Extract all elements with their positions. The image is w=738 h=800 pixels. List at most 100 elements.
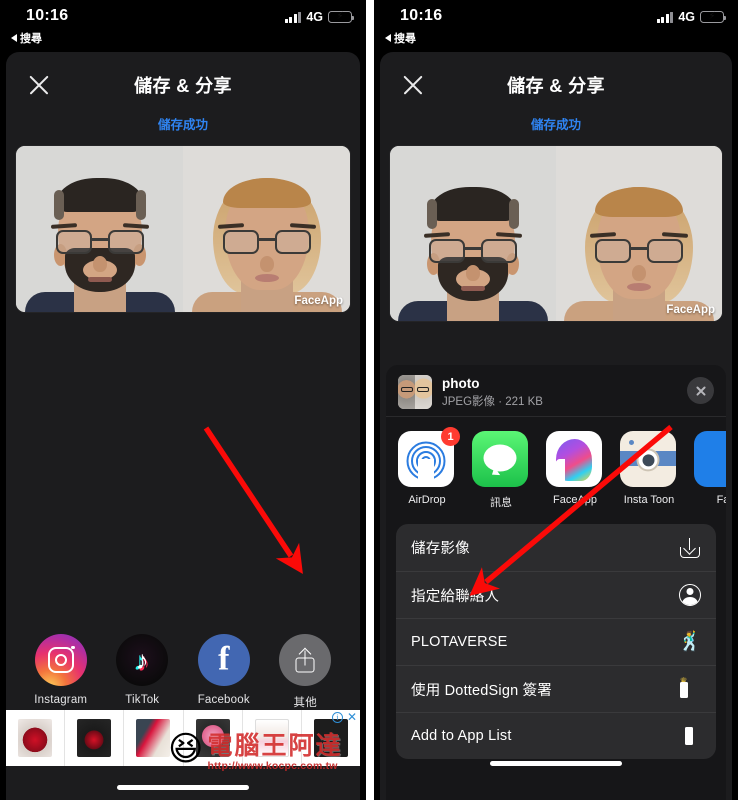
plotaverse-icon: 🕺 [678, 631, 702, 653]
status-bar-right: 10:16 搜尋 4G ⚡ [374, 0, 738, 52]
screenshot-stage: 10:16 搜尋 4G ⚡ 儲存 & 分享 儲存成功 FaceApp Insta… [0, 0, 738, 800]
ad-banner[interactable]: i ✕ [6, 710, 360, 766]
cellular-bars-icon [284, 11, 302, 23]
ios-share-sheet: photo JPEG影像 · 221 KB 1 AirDrop 訊息 FaceA… [386, 365, 726, 800]
tiktok-icon: ♪ ♪ ♪ [116, 634, 169, 686]
photo-half-after: FaceApp [556, 146, 722, 321]
ad-product-5[interactable] [241, 710, 301, 766]
airdrop-badge: 1 [441, 427, 460, 446]
status-bar-left: 10:16 搜尋 4G ⚡ [0, 0, 366, 52]
result-photo[interactable]: FaceApp [390, 146, 722, 321]
share-app-messages[interactable]: 訊息 [472, 431, 530, 510]
status-back-label: 搜尋 [394, 33, 416, 45]
ad-thumb [313, 719, 348, 757]
ad-product-3[interactable] [123, 710, 182, 766]
faceapp-watermark: FaceApp [294, 295, 343, 307]
share-target-label: Instagram [34, 694, 88, 706]
ad-thumb [254, 719, 289, 757]
status-time: 10:16 [400, 7, 443, 24]
ad-product-1[interactable] [6, 710, 64, 766]
action-add-to-app-list[interactable]: Add to App List [396, 712, 716, 759]
share-app-insta-toon[interactable]: Insta Toon [620, 431, 678, 510]
left-phone-screenshot: 10:16 搜尋 4G ⚡ 儲存 & 分享 儲存成功 FaceApp Insta… [0, 0, 366, 800]
status-back-to-search[interactable]: 搜尋 [11, 30, 42, 46]
ad-thumb [195, 719, 230, 757]
file-info: photo JPEG影像 · 221 KB [442, 375, 677, 409]
ad-product-4[interactable] [182, 710, 242, 766]
ad-thumb [77, 719, 112, 757]
right-phone-screenshot: 10:16 搜尋 4G ⚡ 儲存 & 分享 儲存成功 FaceApp photo… [374, 0, 738, 800]
page-title: 儲存 & 分享 [134, 76, 232, 96]
back-triangle-icon [11, 34, 17, 42]
battery-charging-icon: ⚡ [328, 11, 355, 23]
status-back-label: 搜尋 [20, 33, 42, 45]
app-icon-cutoff [694, 431, 726, 487]
status-time: 10:16 [26, 7, 69, 24]
share-target-other[interactable]: 其他 [271, 634, 339, 710]
share-sheet-file-header: photo JPEG影像 · 221 KB [386, 365, 726, 417]
ad-close-icon[interactable]: ✕ [347, 711, 357, 723]
action-dottedsign[interactable]: 使用 DottedSign 簽署 ♛ [396, 665, 716, 712]
battery-charging-icon: ⚡ [700, 11, 727, 23]
ad-thumb [136, 719, 171, 757]
action-label: 儲存影像 [411, 541, 470, 557]
share-app-label: Fa [716, 494, 726, 506]
action-label: Add to App List [411, 728, 512, 744]
share-target-label: 其他 [293, 697, 317, 709]
dottedsign-icon: ♛ [679, 677, 701, 700]
photo-thumbnail [398, 375, 432, 409]
sheet-header: 儲存 & 分享 [6, 52, 360, 118]
close-icon[interactable] [687, 377, 714, 404]
share-app-airdrop[interactable]: 1 AirDrop [398, 427, 460, 510]
page-title: 儲存 & 分享 [507, 76, 605, 96]
faceapp-save-share-sheet: 儲存 & 分享 儲存成功 [6, 52, 360, 800]
share-targets-row: Instagram ♪ ♪ ♪ TikTok f Facebook 其他 [6, 634, 360, 710]
photo-half-before [16, 146, 183, 312]
faceapp-save-share-sheet: 儲存 & 分享 儲存成功 [380, 52, 732, 800]
sheet-header: 儲存 & 分享 [380, 52, 732, 118]
status-back-to-search[interactable]: 搜尋 [385, 30, 416, 46]
back-triangle-icon [385, 34, 391, 42]
share-app-faceapp[interactable]: FaceApp [546, 431, 604, 510]
app-list-icon [679, 725, 701, 747]
insta-toon-icon [620, 431, 676, 487]
facebook-icon: f [197, 634, 250, 686]
share-target-tiktok[interactable]: ♪ ♪ ♪ TikTok [108, 634, 176, 706]
save-image-icon [679, 537, 701, 559]
cellular-bars-icon [656, 11, 674, 23]
ad-info-icon[interactable]: i [331, 712, 343, 723]
messages-icon [472, 431, 528, 487]
action-label: PLOTAVERSE [411, 634, 508, 650]
action-assign-contact[interactable]: 指定給聯絡人 [396, 571, 716, 618]
network-type-label: 4G [678, 10, 695, 24]
ad-product-2[interactable] [64, 710, 123, 766]
share-target-instagram[interactable]: Instagram [27, 634, 95, 706]
share-target-label: Facebook [197, 694, 250, 706]
share-app-label: 訊息 [490, 497, 512, 509]
photo-half-before [390, 146, 556, 321]
share-app-label: FaceApp [552, 494, 598, 506]
ad-controls: i ✕ [331, 711, 357, 723]
action-label: 使用 DottedSign 簽署 [411, 682, 552, 699]
status-indicators: 4G ⚡ [284, 10, 355, 24]
status-indicators: 4G ⚡ [656, 10, 727, 24]
instagram-icon [34, 634, 87, 686]
faceapp-icon [546, 431, 602, 487]
photo-half-after: FaceApp [183, 146, 350, 312]
share-app-label: AirDrop [408, 494, 446, 506]
share-app-cutoff[interactable]: Fa [694, 431, 726, 510]
faceapp-watermark: FaceApp [666, 304, 715, 316]
share-target-facebook[interactable]: f Facebook [190, 634, 258, 706]
action-plotaverse[interactable]: PLOTAVERSE 🕺 [396, 618, 716, 665]
network-type-label: 4G [306, 10, 323, 24]
share-out-icon [279, 634, 332, 686]
share-action-list: 儲存影像 指定給聯絡人 PLOTAVERSE 🕺 使用 DottedSign 簽… [396, 524, 716, 759]
share-target-label: TikTok [125, 694, 160, 706]
share-app-label: Insta Toon [623, 494, 675, 506]
ad-thumb [18, 719, 53, 757]
home-indicator [490, 761, 622, 766]
result-photo[interactable]: FaceApp [16, 146, 350, 312]
action-save-image[interactable]: 儲存影像 [396, 524, 716, 571]
file-meta: JPEG影像 · 221 KB [442, 396, 543, 408]
assign-contact-icon [679, 584, 701, 606]
